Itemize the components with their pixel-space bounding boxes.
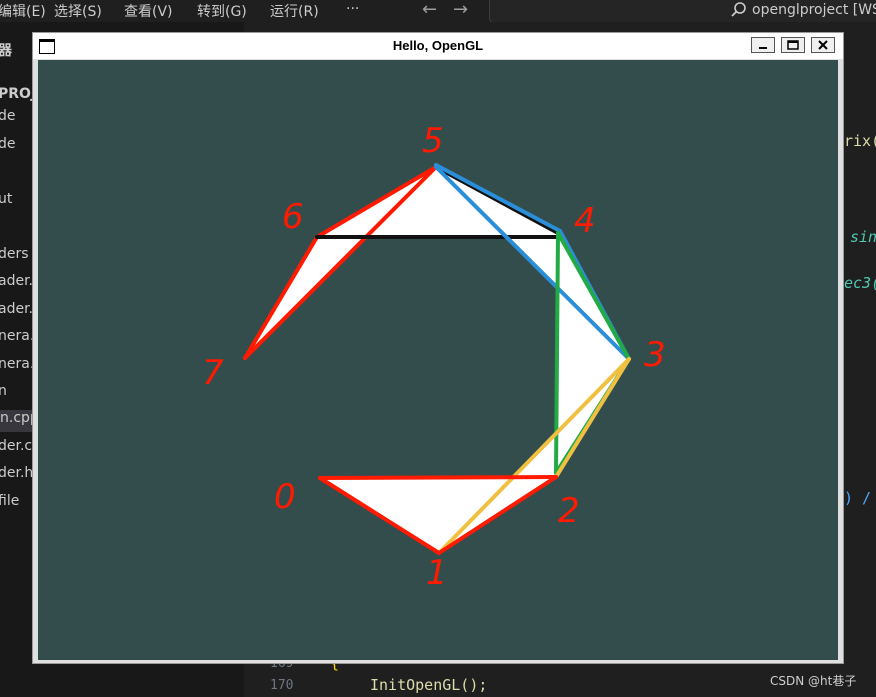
vertex-label-3: 3 [644,335,666,375]
gl-canvas[interactable]: 0 1 2 3 4 5 6 7 [38,60,838,660]
file-item[interactable]: der.h [0,465,33,481]
menu-bar: 编辑(E) 选择(S) 查看(V) 转到(G) 运行(R) ··· ← → op… [0,0,876,24]
vertex-label-0: 0 [274,477,296,517]
line-number: 170 [270,678,294,693]
menu-view[interactable]: 查看(V) [124,1,173,21]
red-annotation-line [318,475,558,480]
file-item[interactable]: ader. [0,301,33,317]
watermark: CSDN @ht巷子 [770,674,857,688]
vertex-label-7: 7 [202,353,224,393]
code-fragment: rix( [844,132,876,150]
minimize-icon [759,47,767,49]
menu-select[interactable]: 选择(S) [54,1,102,21]
vertex-label-4: 4 [574,201,596,241]
search-text: openglproject [WS [752,2,876,18]
code-fragment: InitOpenGL(); [370,676,488,694]
minimize-button[interactable] [751,37,775,53]
vertex-label-5: 5 [422,121,444,161]
vertex-label-1: 1 [426,553,448,593]
window-title: Hello, OpenGL [392,38,484,53]
explorer-title: 器 [0,43,12,59]
close-button[interactable] [811,37,835,53]
vertex-label-6: 6 [282,197,304,237]
code-fragment: sin [850,228,876,246]
white-triangle [320,477,556,553]
blue-annotation-line [434,165,631,361]
menu-run[interactable]: 运行(R) [270,1,319,21]
file-item[interactable]: file [0,493,19,509]
close-icon [818,40,828,50]
code-fragment: ec3( [844,274,876,292]
red-annotation-line [243,165,438,360]
maximize-button[interactable] [781,37,805,53]
file-item[interactable]: der.c [0,438,32,454]
forward-arrow-icon[interactable]: → [453,0,468,20]
file-item[interactable]: de [0,108,16,124]
vertex-label-2: 2 [558,491,580,531]
window-titlebar[interactable]: Hello, OpenGL [33,33,843,59]
file-item[interactable]: n [0,383,7,399]
code-fragment: ) / [844,489,872,507]
project-header[interactable]: PROJ [0,86,36,102]
file-item[interactable]: ader. [0,273,33,289]
search-icon [731,2,746,17]
maximize-icon [787,40,799,50]
green-annotation-line [554,231,560,475]
file-item[interactable]: ders [0,246,29,262]
opengl-window[interactable]: Hello, OpenGL 0 1 2 3 4 5 6 7 [32,32,844,664]
file-item[interactable]: de [0,136,16,152]
command-search-box[interactable]: openglproject [WS [489,0,876,24]
yellow-annotation-line [437,357,631,555]
menu-goto[interactable]: 转到(G) [197,1,247,21]
gl-rendering: 0 1 2 3 4 5 6 7 [202,121,666,593]
file-item[interactable]: ut [0,191,12,207]
menu-more[interactable]: ··· [346,1,359,17]
menu-edit[interactable]: 编辑(E) [0,1,46,21]
back-arrow-icon[interactable]: ← [422,0,437,20]
